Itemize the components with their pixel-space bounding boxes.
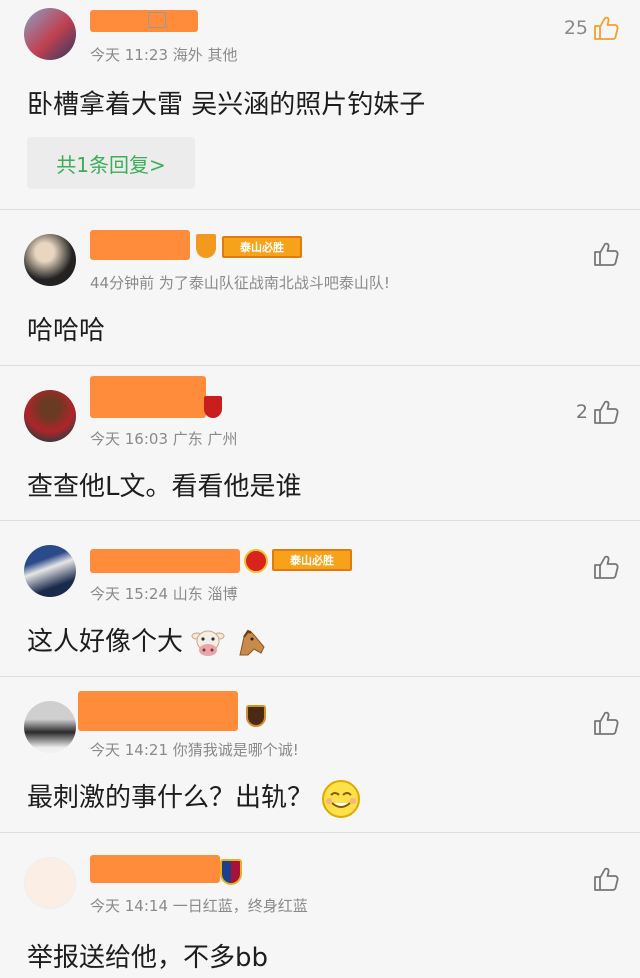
comment-text: 查查他L文。看看他是谁 (27, 472, 302, 502)
comment-text: 这人好像个大 (27, 621, 268, 659)
username-redacted[interactable] (90, 549, 240, 573)
thumb-up-icon (592, 14, 620, 42)
fan-badge-label: 泰山必胜 (290, 554, 334, 567)
like-button[interactable] (592, 865, 620, 893)
avatar[interactable] (24, 857, 76, 909)
username-redacted[interactable] (90, 230, 190, 260)
like-count: 25 (563, 17, 588, 39)
comment-text: 举报送给他，不多bb (27, 943, 269, 973)
horse-face-icon (238, 629, 265, 655)
like-count: 2 (575, 401, 588, 423)
view-replies-button[interactable]: 共1条回复> (27, 137, 195, 189)
avatar[interactable] (24, 545, 76, 597)
avatar[interactable] (24, 234, 76, 286)
comment-item: 今天 11:23 海外 其他 25 卧槽拿着大雷 吴兴涵的照片钓妹子 共1条回复… (0, 0, 640, 210)
comment-meta: 44分钟前 为了泰山队征战南北战斗吧泰山队! (90, 274, 390, 292)
comment-item: 今天 14:21 你猜我诚是哪个诚! 最刺激的事什么？出轨？ (0, 677, 640, 833)
club-shield-icon (196, 234, 216, 258)
avatar[interactable] (24, 8, 76, 60)
club-crest-icon (244, 549, 268, 573)
comment-meta: 今天 11:23 海外 其他 (90, 46, 238, 64)
comment-text-content: 最刺激的事什么？出轨？ (27, 783, 314, 813)
like-button[interactable] (592, 553, 620, 581)
fan-badge: 泰山必胜 (272, 549, 352, 571)
fan-badge-label: 泰山必胜 (240, 241, 284, 254)
thumb-up-icon (592, 240, 620, 268)
smirk-face-icon (322, 779, 361, 818)
comment-item: 今天 16:03 广东 广州 2 查查他L文。看看他是谁 (0, 366, 640, 521)
comment-meta: 今天 16:03 广东 广州 (90, 430, 238, 448)
avatar[interactable] (24, 701, 76, 753)
username-redacted[interactable] (90, 855, 220, 883)
like-button[interactable] (592, 709, 620, 737)
like-button[interactable] (592, 240, 620, 268)
thumb-up-icon (592, 553, 620, 581)
club-crest-icon (220, 859, 242, 885)
comment-item: 泰山必胜 44分钟前 为了泰山队征战南北战斗吧泰山队! 哈哈哈 (0, 210, 640, 366)
comment-text-content: 这人好像个大 (27, 627, 184, 657)
comment-meta: 今天 15:24 山东 淄博 (90, 585, 238, 603)
comment-text: 哈哈哈 (27, 316, 106, 346)
comment-meta: 今天 14:14 一日红蓝，终身红蓝 (90, 897, 308, 915)
comment-text: 最刺激的事什么？出轨？ (27, 777, 361, 819)
thumb-up-icon (592, 709, 620, 737)
thumb-up-icon (592, 398, 620, 426)
username-redacted[interactable] (78, 691, 238, 731)
comment-meta: 今天 14:21 你猜我诚是哪个诚! (90, 741, 299, 759)
level-badge-icon (148, 12, 166, 28)
thumb-up-icon (592, 865, 620, 893)
comment-item: 今天 14:14 一日红蓝，终身红蓝 举报送给他，不多bb (0, 833, 640, 978)
like-button[interactable]: 25 (564, 14, 620, 42)
club-crest-icon (246, 705, 266, 727)
username-redacted[interactable] (90, 10, 198, 32)
like-button[interactable]: 2 (576, 398, 620, 426)
comment-text: 卧槽拿着大雷 吴兴涵的照片钓妹子 (27, 90, 426, 120)
avatar[interactable] (24, 390, 76, 442)
cow-face-icon (191, 630, 225, 656)
fan-badge: 泰山必胜 (222, 236, 302, 258)
club-crest-icon (204, 396, 222, 418)
comment-item: 泰山必胜 今天 15:24 山东 淄博 这人好像个大 (0, 521, 640, 677)
username-redacted[interactable] (90, 376, 206, 418)
